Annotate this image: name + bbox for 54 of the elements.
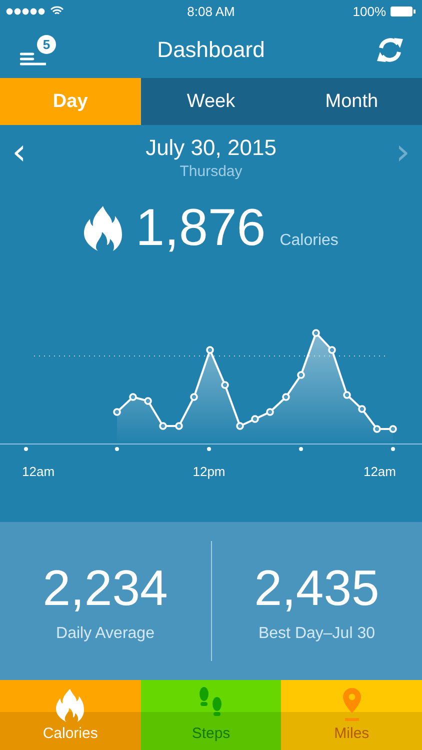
- metric-tab[interactable]: Miles: [281, 680, 422, 750]
- window-title: Dashboard: [157, 37, 265, 63]
- period-tab[interactable]: Month: [281, 78, 422, 125]
- data-point: [129, 393, 137, 401]
- previous-day-button[interactable]: ‹: [8, 135, 30, 171]
- stat-label: Best Day–Jul 30: [258, 625, 375, 643]
- axis-tick: [24, 447, 28, 451]
- data-point: [144, 397, 152, 405]
- flame-icon: [56, 687, 84, 723]
- data-point: [282, 393, 290, 401]
- period-tab[interactable]: Day: [0, 78, 141, 125]
- menu-button[interactable]: 5: [20, 33, 58, 67]
- data-point: [328, 346, 336, 354]
- battery-percentage: 100%: [352, 4, 386, 18]
- flame-icon: [84, 205, 122, 251]
- axis-tick: [299, 447, 303, 451]
- axis-label: 12pm: [192, 464, 226, 479]
- period-tab[interactable]: Week: [140, 78, 282, 125]
- data-point: [297, 371, 305, 379]
- refresh-icon[interactable]: [374, 35, 406, 65]
- calories-unit: Calories: [280, 232, 338, 250]
- data-point: [358, 405, 366, 413]
- status-time: 8:08 AM: [187, 4, 235, 18]
- axis-label: 12am: [22, 464, 55, 479]
- location-pin-icon: [342, 687, 362, 723]
- data-point: [190, 393, 198, 401]
- data-point: [236, 422, 244, 430]
- data-point: [113, 408, 121, 416]
- data-point: [373, 425, 381, 433]
- battery-icon: [390, 6, 416, 16]
- calories-value: 1,876: [136, 198, 266, 258]
- stat-value: 2,234: [42, 559, 168, 617]
- axis-label: 12am: [363, 464, 396, 479]
- axis-tick: [391, 447, 395, 451]
- data-point: [175, 422, 183, 430]
- axis-tick: [115, 447, 119, 451]
- data-point: [312, 329, 320, 337]
- data-point: [389, 425, 397, 433]
- date-label: July 30, 2015: [146, 135, 276, 161]
- weekday-label: Thursday: [180, 163, 242, 180]
- data-point: [206, 346, 214, 354]
- axis-tick: [207, 447, 211, 451]
- stat-value: 2,435: [254, 559, 380, 617]
- data-point: [159, 422, 167, 430]
- data-point: [221, 381, 229, 389]
- wifi-icon: [50, 6, 64, 16]
- metric-tab[interactable]: Calories: [0, 680, 141, 750]
- stat-label: Daily Average: [56, 625, 154, 643]
- signal-icon: [6, 8, 46, 14]
- data-point: [251, 415, 259, 423]
- data-point: [266, 408, 274, 416]
- metric-tab[interactable]: Steps: [140, 680, 282, 750]
- data-point: [343, 391, 351, 399]
- notification-badge: 5: [37, 35, 56, 54]
